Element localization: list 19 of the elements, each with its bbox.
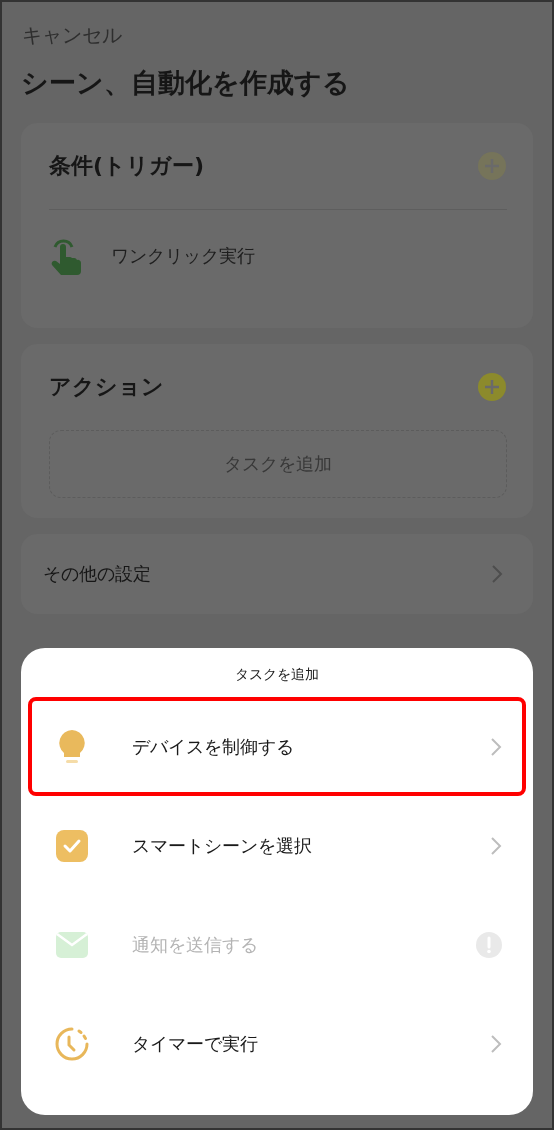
section-heading: 条件(トリガー) <box>49 152 205 180</box>
envelope-icon <box>55 930 89 959</box>
checkbox-icon <box>55 828 89 863</box>
task-option[interactable]: デバイスを制御する <box>28 697 526 796</box>
light-bulb-icon <box>57 728 87 765</box>
clock-icon <box>54 1025 90 1062</box>
sheet-title: タスクを追加 <box>235 666 319 684</box>
add-icon[interactable] <box>477 372 507 402</box>
settings-label: その他の設定 <box>43 562 151 586</box>
chevron-right-icon <box>490 1033 502 1054</box>
chevron-right-icon <box>490 736 502 757</box>
trigger-label[interactable]: ワンクリック実行 <box>111 244 255 268</box>
page-title: シーン、自動化を作成する <box>21 66 350 100</box>
chevron-right-icon <box>491 564 503 584</box>
chevron-right-icon <box>490 835 502 856</box>
task-option[interactable]: スマートシーンを選択 <box>28 796 526 895</box>
other-settings-row[interactable]: その他の設定 <box>21 534 533 614</box>
task-option[interactable]: タイマーで実行 <box>28 994 526 1093</box>
section-heading: アクション <box>49 373 164 401</box>
